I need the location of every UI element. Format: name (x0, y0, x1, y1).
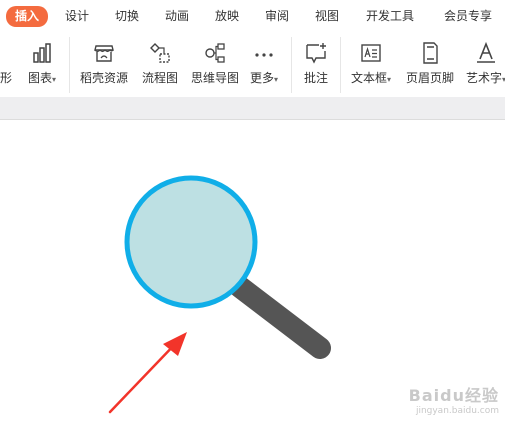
textbox-label: 文本框 (350, 71, 387, 85)
tab-animation[interactable]: 动画 (160, 6, 194, 27)
watermark-main: Baidu经验 (408, 386, 499, 405)
tab-developer[interactable]: 开发工具 (360, 6, 420, 27)
header-footer-label: 页眉页脚 (405, 71, 454, 85)
flowchart-icon (150, 43, 170, 63)
workspace-gap (0, 97, 505, 119)
menu-tab-bar: 插入 设计 切换 动画 放映 审阅 视图 开发工具 会员专享 (0, 0, 505, 33)
shape-label: 形 (0, 71, 12, 85)
mindmap-button[interactable]: 思维导图 (188, 39, 242, 91)
textbox-button[interactable]: 文本框▾ (346, 39, 396, 91)
chart-button[interactable]: 图表▾ (22, 39, 62, 91)
tab-design[interactable]: 设计 (60, 6, 94, 27)
flowchart-label: 流程图 (141, 71, 178, 85)
flowchart-button[interactable]: 流程图 (138, 39, 182, 91)
magnifier-lens[interactable] (124, 175, 258, 309)
tab-insert[interactable]: 插入 (6, 6, 48, 27)
tab-view[interactable]: 视图 (310, 6, 344, 27)
red-arrow (108, 332, 187, 414)
tab-member[interactable]: 会员专享 (438, 6, 498, 27)
bar-chart-icon (33, 43, 51, 63)
mindmap-icon (205, 43, 225, 63)
daoke-resources-button[interactable]: 稻壳资源 (76, 39, 132, 91)
ribbon-toolbar: 形 图表▾ 稻壳资源 流程图 思维导图 更多▾ 批注 文本框▾ 页眉页脚 艺术字… (0, 33, 505, 97)
header-footer-button[interactable]: 页眉页脚 (402, 39, 458, 91)
chevron-down-icon: ▾ (52, 75, 57, 84)
magnifier-handle[interactable] (229, 276, 331, 359)
store-icon (94, 45, 114, 62)
ribbon-divider (340, 37, 341, 93)
more-button[interactable]: 更多▾ (246, 39, 282, 91)
slide-canvas[interactable]: Baidu经验 jingyan.baidu.com (0, 119, 505, 426)
chevron-down-icon: ▾ (274, 75, 279, 84)
art-text-icon (477, 41, 495, 63)
daoke-label: 稻壳资源 (79, 71, 128, 85)
more-dots-icon (255, 53, 273, 57)
chart-label: 图表 (27, 71, 52, 85)
watermark-sub: jingyan.baidu.com (415, 406, 499, 416)
art-text-button[interactable]: 艺术字▾ (462, 39, 505, 91)
ribbon-divider (291, 37, 292, 93)
chevron-down-icon: ▾ (387, 75, 392, 84)
more-label: 更多 (249, 71, 274, 85)
tab-slideshow[interactable]: 放映 (210, 6, 244, 27)
add-comment-icon (306, 43, 326, 64)
header-footer-icon (423, 42, 438, 64)
baidu-watermark: Baidu经验 jingyan.baidu.com (409, 382, 499, 416)
comment-button[interactable]: 批注 (298, 39, 334, 91)
ribbon-divider (69, 37, 70, 93)
slide-drawing (108, 175, 331, 414)
comment-label: 批注 (303, 71, 328, 85)
art-text-label: 艺术字 (465, 71, 502, 85)
tab-transition[interactable]: 切换 (110, 6, 144, 27)
textbox-icon (361, 44, 381, 62)
mindmap-label: 思维导图 (190, 71, 239, 85)
tab-review[interactable]: 审阅 (260, 6, 294, 27)
shape-tool[interactable]: 形 (0, 39, 14, 91)
